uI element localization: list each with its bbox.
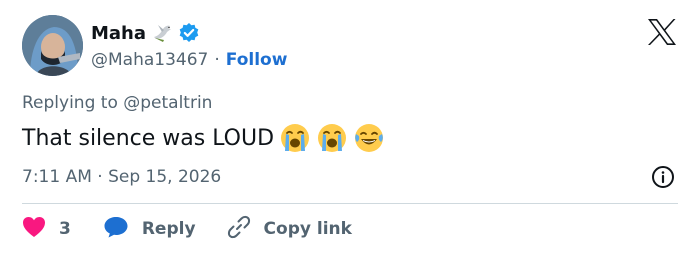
copy-link-button[interactable]: Copy link bbox=[226, 214, 352, 245]
loudly-crying-face-icon bbox=[279, 122, 311, 154]
face-with-tears-of-joy-icon bbox=[353, 122, 385, 154]
heart-icon bbox=[22, 216, 46, 243]
separator-dot: · bbox=[214, 50, 220, 70]
timestamp[interactable]: 7:11 AM · Sep 15, 2026 bbox=[22, 167, 221, 187]
divider bbox=[22, 203, 678, 204]
handle-row: @Maha13467 · Follow bbox=[91, 49, 287, 71]
copy-link-label: Copy link bbox=[263, 219, 352, 239]
reply-label: Reply bbox=[141, 219, 196, 239]
dove-icon bbox=[152, 23, 174, 43]
author-name[interactable]: Maha bbox=[91, 23, 146, 44]
tweet-card: Maha @Maha13467 · Follow Replying to @pe… bbox=[0, 0, 700, 256]
action-bar: 3 Reply Copy link bbox=[22, 214, 352, 245]
x-logo-icon[interactable] bbox=[647, 18, 677, 46]
author-name-row: Maha bbox=[91, 22, 200, 44]
info-icon[interactable] bbox=[651, 165, 675, 189]
tweet-body: That silence was LOUD bbox=[22, 125, 275, 151]
like-count: 3 bbox=[59, 219, 71, 239]
reply-button[interactable]: Reply bbox=[103, 215, 196, 244]
loudly-crying-face-icon bbox=[316, 122, 348, 154]
verified-icon bbox=[178, 22, 200, 44]
replying-to-handle[interactable]: @petaltrin bbox=[123, 93, 212, 113]
avatar-image bbox=[22, 15, 83, 76]
replying-to-prefix: Replying to bbox=[22, 93, 124, 113]
reply-bubble-icon bbox=[103, 215, 129, 244]
link-icon bbox=[226, 214, 252, 245]
follow-button[interactable]: Follow bbox=[226, 50, 288, 70]
tweet-text: That silence was LOUD bbox=[22, 122, 385, 154]
avatar[interactable] bbox=[22, 15, 83, 76]
replying-to-line: Replying to @petaltrin bbox=[22, 93, 212, 113]
author-handle[interactable]: @Maha13467 bbox=[91, 50, 208, 70]
like-button[interactable]: 3 bbox=[22, 216, 71, 243]
